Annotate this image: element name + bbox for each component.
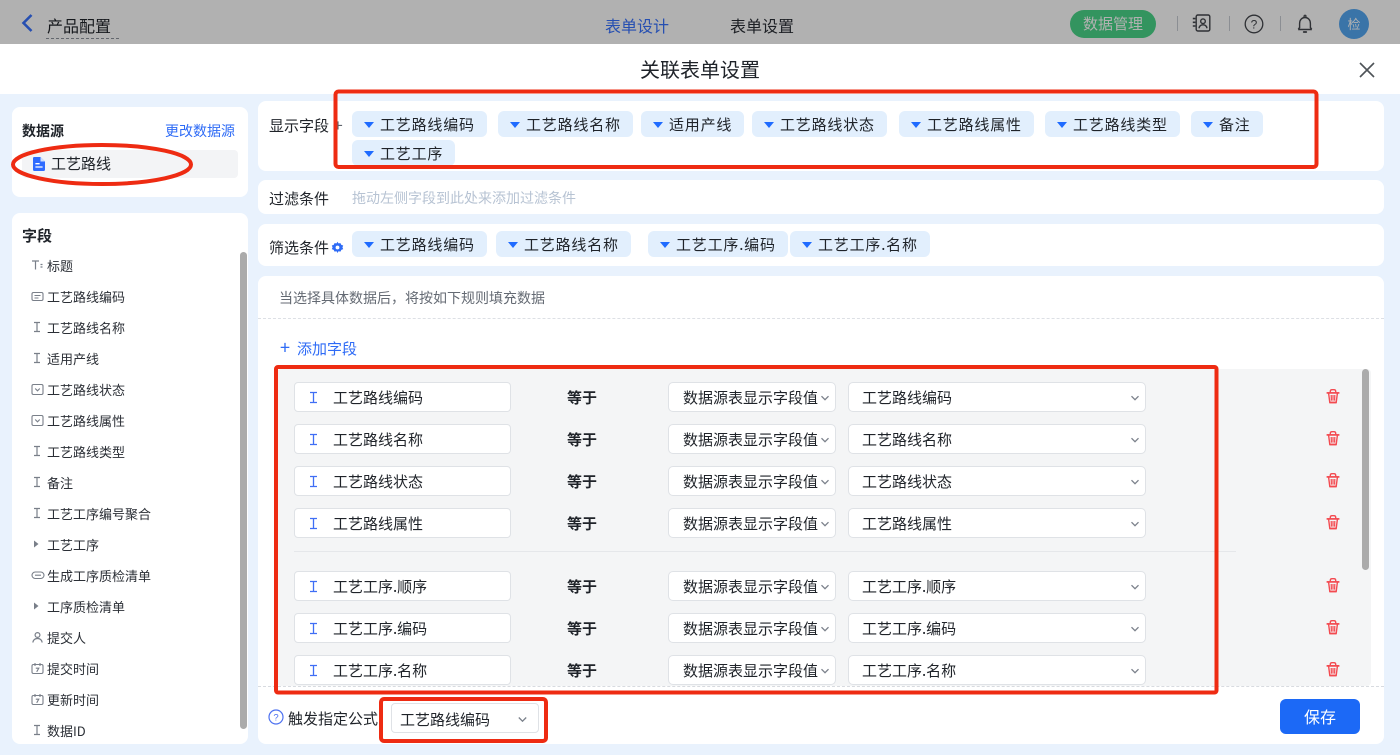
svg-text:?: ? bbox=[273, 712, 278, 723]
